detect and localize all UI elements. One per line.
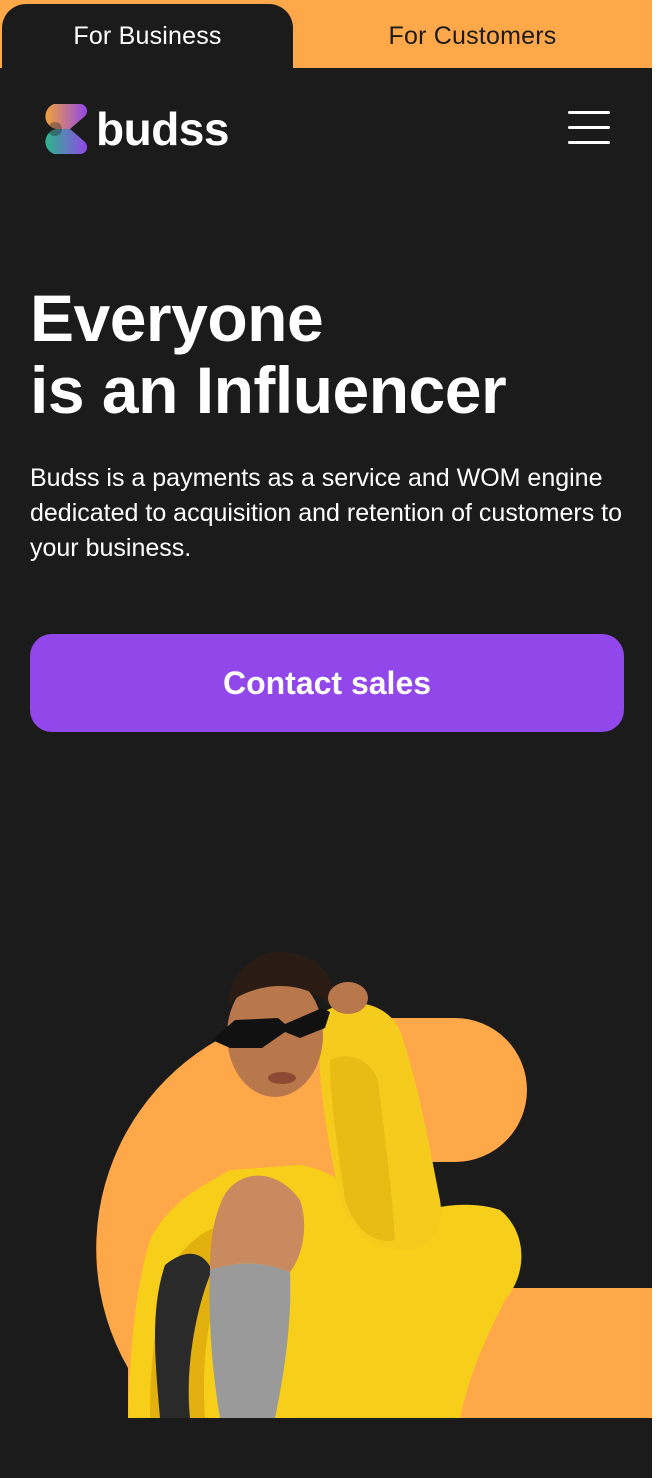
hero-title-line-2: is an Influencer xyxy=(30,353,507,427)
contact-sales-button[interactable]: Contact sales xyxy=(30,634,624,732)
tab-for-business[interactable]: For Business xyxy=(2,4,293,68)
site-header: budss xyxy=(0,68,652,198)
tab-for-customers[interactable]: For Customers xyxy=(293,4,652,68)
page: For Business For Customers budss Everyon… xyxy=(0,0,652,1478)
budss-logo-icon xyxy=(45,103,88,155)
logo[interactable]: budss xyxy=(40,102,229,156)
hero-title-line-1: Everyone xyxy=(30,281,324,355)
logo-wordmark: budss xyxy=(96,103,229,155)
hero-title: Everyone is an Influencer xyxy=(30,282,630,426)
audience-switcher: For Business For Customers xyxy=(0,0,652,68)
hero-description: Budss is a payments as a service and WOM… xyxy=(30,464,623,562)
hamburger-menu-icon[interactable] xyxy=(564,108,614,148)
hero-illustration xyxy=(96,952,652,1418)
page-edge xyxy=(652,0,656,1478)
